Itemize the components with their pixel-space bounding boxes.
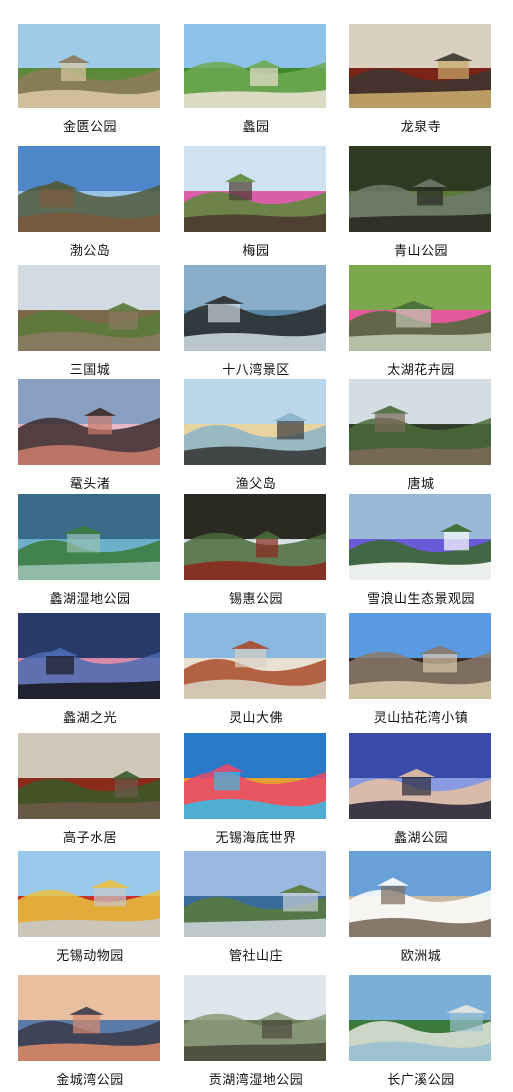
attraction-photo [18,851,160,937]
attraction-photo [18,379,160,465]
attraction-name: 无锡动物园 [56,949,124,964]
attraction-name: 渔父岛 [235,477,277,492]
attraction-name: 欧洲城 [400,949,442,964]
attraction-name: 三国城 [69,363,111,378]
attraction-name: 长广溪公园 [387,1073,455,1088]
attraction-name: 管社山庄 [228,949,283,964]
attraction-name: 无锡海底世界 [215,831,297,846]
attraction-photo [184,146,326,232]
attraction-photo [349,613,491,699]
attraction-photo [184,265,326,351]
attraction-photo [18,733,160,819]
attraction-photo [349,379,491,465]
attraction-name: 锡惠公园 [228,592,283,607]
attraction-photo [349,851,491,937]
attraction-photo [349,265,491,351]
attraction-photo [18,146,160,232]
attraction-name: 金城湾公园 [56,1073,124,1088]
attraction-name: 唐城 [407,477,435,492]
attraction-photo [18,494,160,580]
attraction-photo [184,494,326,580]
attraction-name: 灵山拈花湾小镇 [373,711,469,726]
attraction-photo [349,24,491,108]
attraction-photo [184,379,326,465]
attraction-name: 蠡湖之光 [62,711,117,726]
attraction-photo [18,613,160,699]
attraction-photo [184,851,326,937]
attraction-name: 梅园 [242,244,270,259]
attraction-photo [18,24,160,108]
attraction-photo [184,975,326,1061]
attraction-name: 金匮公园 [62,120,117,135]
attraction-photo [349,494,491,580]
attraction-photo [184,613,326,699]
attraction-photo [184,733,326,819]
attraction-name: 灵山大佛 [228,711,283,726]
attraction-name: 鼋头渚 [69,477,111,492]
attraction-photo [18,975,160,1061]
attraction-photo [349,733,491,819]
attraction-name: 渤公岛 [69,244,111,259]
attraction-grid: 金匮公园 蠡园 龙泉寺渤公岛 梅园 青山公园三国城 十八湾景区 太湖花卉园鼋头渚 渔父岛 唐城蠡… [0,0,513,1092]
attraction-name: 龙泉寺 [400,120,442,135]
attraction-name: 蠡园 [242,120,270,135]
attraction-name: 太湖花卉园 [387,363,455,378]
attraction-name: 贡湖湾湿地公园 [208,1073,304,1088]
attraction-photo [18,265,160,351]
attraction-photo [184,24,326,108]
attraction-name: 蠡湖湿地公园 [49,592,131,607]
attraction-photo [349,975,491,1061]
attraction-name: 十八湾景区 [222,363,290,378]
attraction-photo [349,146,491,232]
attraction-name: 雪浪山生态景观园 [366,592,475,607]
attraction-name: 高子水居 [62,831,117,846]
attraction-name: 蠡湖公园 [393,831,448,846]
attraction-name: 青山公园 [393,244,448,259]
